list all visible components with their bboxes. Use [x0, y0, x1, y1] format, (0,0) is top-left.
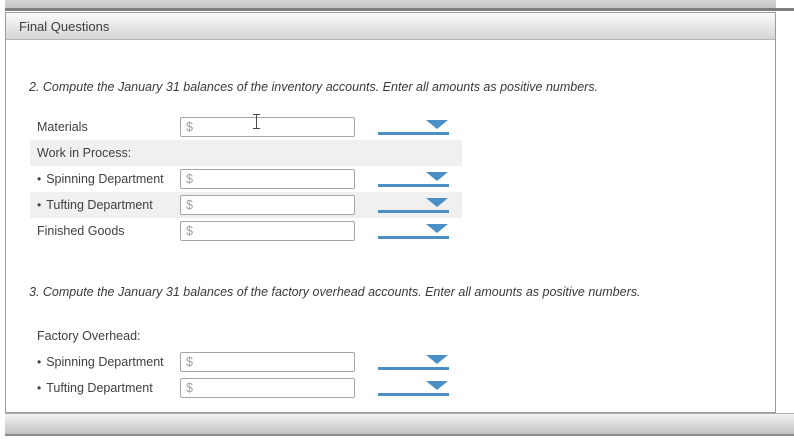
top-toolbar-strip — [5, 0, 776, 8]
group-label-factory-overhead: Factory Overhead: — [37, 329, 141, 343]
chevron-down-icon — [426, 224, 448, 233]
question-3-rows: Factory Overhead: • Spinning Department … — [6, 323, 775, 401]
field-label-wip-spinning: • Spinning Department — [37, 172, 164, 186]
field-label-finished-goods: Finished Goods — [37, 224, 125, 238]
dollar-prefix: $ — [186, 198, 193, 212]
chevron-down-icon — [426, 120, 448, 129]
finished-goods-input[interactable] — [195, 223, 354, 239]
question-2-rows: Materials $ Work in Process: • Spinning … — [6, 114, 775, 244]
form-row-finished-goods: Finished Goods $ — [30, 218, 462, 244]
chevron-down-icon — [426, 381, 448, 390]
bullet-icon: • — [37, 355, 42, 369]
page: Final Questions 2. Compute the January 3… — [0, 0, 794, 442]
toolbar-divider — [5, 8, 794, 11]
chevron-down-icon — [426, 172, 448, 181]
foh-tufting-check-answer-dropdown[interactable] — [378, 380, 449, 396]
wip-tufting-input[interactable] — [195, 197, 354, 213]
foh-spinning-input-box: $ — [180, 352, 355, 372]
dollar-prefix: $ — [186, 120, 193, 134]
panel-body: 2. Compute the January 31 balances of th… — [6, 40, 775, 401]
group-row-factory-overhead: Factory Overhead: — [30, 323, 462, 349]
bullet-icon: • — [37, 381, 42, 395]
wip-tufting-check-answer-dropdown[interactable] — [378, 197, 449, 213]
dollar-prefix: $ — [186, 224, 193, 238]
dollar-prefix: $ — [186, 355, 193, 369]
finished-goods-input-box: $ — [180, 221, 355, 241]
wip-spinning-check-answer-dropdown[interactable] — [378, 171, 449, 187]
foh-tufting-input-box: $ — [180, 378, 355, 398]
wip-spinning-input[interactable] — [195, 171, 354, 187]
final-questions-panel: Final Questions 2. Compute the January 3… — [5, 12, 776, 413]
chevron-down-icon — [426, 198, 448, 207]
materials-input[interactable] — [195, 119, 354, 135]
group-row-work-in-process: Work in Process: — [30, 140, 462, 166]
form-row-materials: Materials $ — [30, 114, 462, 140]
wip-tufting-input-box: $ — [180, 195, 355, 215]
foh-tufting-input[interactable] — [195, 380, 354, 396]
bullet-icon: • — [37, 198, 42, 212]
form-row-foh-tufting: • Tufting Department $ — [30, 375, 462, 401]
field-label-wip-tufting: • Tufting Department — [37, 198, 153, 212]
question-2-prompt: 2. Compute the January 31 balances of th… — [29, 80, 599, 94]
chevron-down-icon — [426, 355, 448, 364]
form-row-foh-spinning: • Spinning Department $ — [30, 349, 462, 375]
group-label-work-in-process: Work in Process: — [37, 146, 132, 160]
dollar-prefix: $ — [186, 172, 193, 186]
panel-title: Final Questions — [19, 18, 110, 34]
bottom-toolbar-strip — [5, 413, 794, 436]
materials-check-answer-dropdown[interactable] — [378, 119, 449, 135]
field-label-foh-spinning: • Spinning Department — [37, 355, 164, 369]
bullet-icon: • — [37, 172, 42, 186]
question-3-prompt: 3. Compute the January 31 balances of th… — [29, 285, 641, 299]
form-row-wip-tufting: • Tufting Department $ — [30, 192, 462, 218]
foh-spinning-check-answer-dropdown[interactable] — [378, 354, 449, 370]
dollar-prefix: $ — [186, 381, 193, 395]
finished-goods-check-answer-dropdown[interactable] — [378, 223, 449, 239]
panel-header: Final Questions — [6, 13, 775, 40]
form-row-wip-spinning: • Spinning Department $ — [30, 166, 462, 192]
wip-spinning-input-box: $ — [180, 169, 355, 189]
materials-input-box: $ — [180, 117, 355, 137]
foh-spinning-input[interactable] — [195, 354, 354, 370]
field-label-foh-tufting: • Tufting Department — [37, 381, 153, 395]
field-label-materials: Materials — [37, 120, 88, 134]
